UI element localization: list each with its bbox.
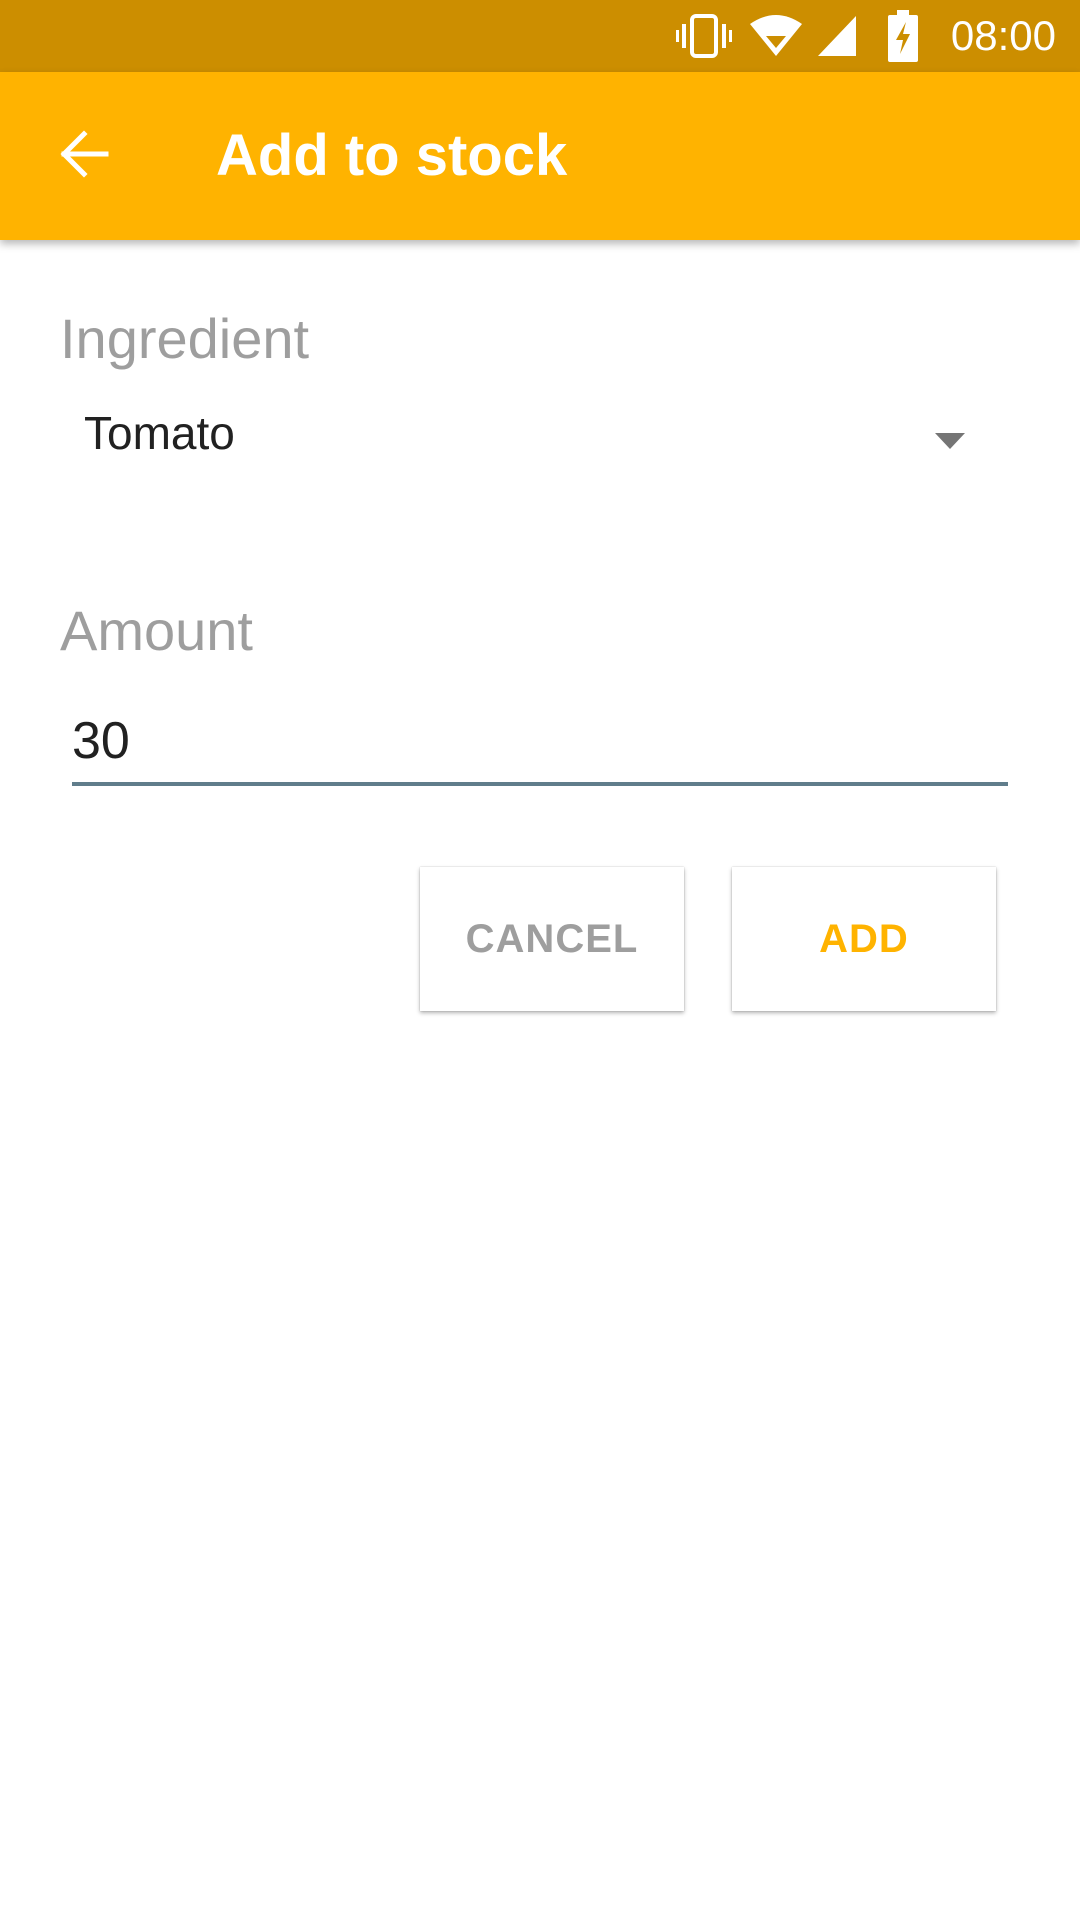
page-title: Add to stock <box>216 123 568 188</box>
ingredient-selected-value: Tomato <box>84 407 235 459</box>
back-button[interactable] <box>36 108 132 204</box>
add-button[interactable]: ADD <box>732 867 996 1011</box>
vibrate-icon <box>676 0 732 72</box>
app-toolbar: Add to stock <box>0 72 1080 240</box>
ingredient-dropdown[interactable]: Tomato <box>60 396 980 484</box>
cellular-signal-icon <box>816 0 858 72</box>
dropdown-arrow-icon <box>920 426 980 456</box>
wifi-icon <box>748 0 804 72</box>
battery-charging-icon <box>888 0 918 72</box>
status-time: 08:00 <box>950 12 1056 59</box>
cancel-button[interactable]: CANCEL <box>420 867 684 1011</box>
arrow-back-icon <box>58 128 110 185</box>
amount-label: Amount <box>60 599 253 662</box>
status-bar: 08:00 <box>0 0 1080 72</box>
ingredient-label: Ingredient <box>60 307 310 370</box>
amount-input[interactable] <box>72 700 1008 786</box>
